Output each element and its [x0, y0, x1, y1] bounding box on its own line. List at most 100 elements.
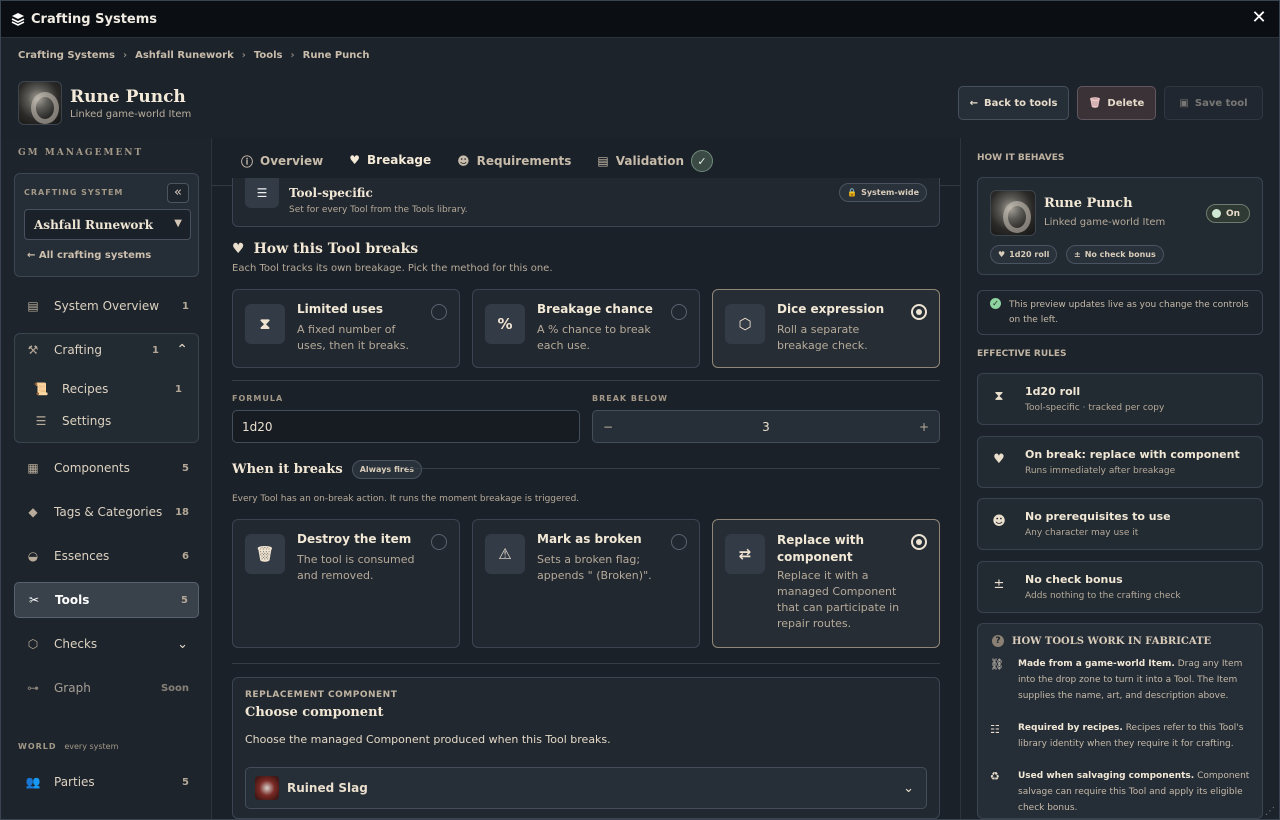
- breadcrumb: Crafting Systems › Ashfall Runework › Tool…: [18, 50, 369, 61]
- sidebar-item-graph: ⊶ Graph Soon: [14, 670, 199, 706]
- heart-icon: ♥: [993, 452, 1005, 467]
- component-thumb: [255, 776, 279, 800]
- howto-heading: ? HOW TOOLS WORK IN FABRICATE: [992, 635, 1211, 647]
- delete-button[interactable]: 🗑 Delete: [1077, 86, 1156, 120]
- preview-note: ✓ This preview updates live as you chang…: [977, 290, 1263, 335]
- sidebar-item-label: Components: [54, 461, 130, 475]
- sidebar-item-essences[interactable]: ◒ Essences 6: [14, 538, 199, 574]
- radio[interactable]: [431, 304, 447, 320]
- plus-button[interactable]: +: [919, 420, 929, 434]
- close-icon[interactable]: ✕: [1251, 9, 1267, 27]
- tool-avatar: [18, 81, 62, 125]
- chevron-down-icon: ⌄: [177, 636, 188, 652]
- sidebar-item-recipes[interactable]: 📜 Recipes 1: [22, 371, 192, 407]
- sidebar-item-count: Soon: [160, 682, 189, 694]
- boxes-icon: ▦: [27, 461, 39, 475]
- howto-bold: Made from a game-world Item.: [1018, 659, 1175, 669]
- sliders-icon: ☰: [245, 178, 279, 208]
- user-lock-icon: ☻: [457, 154, 470, 168]
- rule-desc: Adds nothing to the crafting check: [1025, 591, 1181, 601]
- minus-button[interactable]: −: [603, 420, 613, 434]
- mortar-icon: ◒: [27, 549, 39, 563]
- howto-bold: Used when salvaging components.: [1018, 771, 1195, 781]
- howto-card: ? HOW TOOLS WORK IN FABRICATE ⛓ Made fro…: [977, 623, 1263, 819]
- breadcrumb-item[interactable]: Tools: [254, 50, 283, 61]
- radio[interactable]: [671, 304, 687, 320]
- preview-name: Rune Punch: [1044, 196, 1133, 211]
- sidebar-item-tools[interactable]: ✂ Tools 5: [14, 582, 199, 618]
- question-icon: ?: [992, 635, 1004, 647]
- sidebar-item-label: Tools: [55, 593, 90, 607]
- sidebar-section-label: GM MANAGEMENT: [18, 148, 144, 158]
- option-mark-broken[interactable]: ⚠ Mark as broken Sets a broken flag; app…: [472, 519, 700, 648]
- lock-icon: 🔒: [847, 188, 858, 197]
- world-section-label: WORLD every system: [18, 742, 118, 751]
- rule-prereqs: ☻ No prerequisites to use Any character …: [977, 498, 1263, 550]
- sidebar-item-count: 1: [182, 300, 189, 312]
- users-icon: 👥: [25, 775, 41, 789]
- check-circle-icon: ✓: [990, 298, 1001, 309]
- option-dice-expression[interactable]: ⬡ Dice expression Roll a separate breaka…: [712, 289, 940, 368]
- radio[interactable]: [671, 534, 687, 550]
- option-title: Breakage chance: [537, 302, 653, 316]
- formula-value: 1d20: [242, 419, 273, 434]
- radio[interactable]: [911, 304, 927, 320]
- sidebar-item-system-overview[interactable]: ▤ System Overview 1: [14, 288, 199, 324]
- option-breakage-chance[interactable]: % Breakage chance A % chance to break ea…: [472, 289, 700, 368]
- collapse-sidebar-button[interactable]: «: [167, 183, 189, 203]
- formula-label: FORMULA: [232, 394, 284, 403]
- toggle-label: On: [1226, 208, 1241, 219]
- sidebar-item-checks[interactable]: ⬡ Checks ⌄: [14, 626, 199, 662]
- breadcrumb-item[interactable]: Ashfall Runework: [135, 50, 234, 61]
- toggle-knob: [1212, 209, 1221, 218]
- radio[interactable]: [431, 534, 447, 550]
- rule-on-break: ♥ On break: replace with component Runs …: [977, 436, 1263, 488]
- plus-minus-icon: ±: [1074, 250, 1081, 259]
- component-value: Ruined Slag: [287, 781, 368, 795]
- clipboard-check-icon: ▤: [597, 154, 609, 168]
- howto-title: HOW TOOLS WORK IN FABRICATE: [1012, 635, 1212, 647]
- option-replace-component[interactable]: ⇄ Replace with component Replace it with…: [712, 519, 940, 648]
- chip-bonus: ± No check bonus: [1066, 245, 1164, 264]
- option-destroy-item[interactable]: 🗑 Destroy the item The tool is consumed …: [232, 519, 460, 648]
- option-desc: A fixed number of uses, then it breaks.: [297, 323, 409, 352]
- option-desc: Replace it with a managed Component that…: [777, 569, 900, 630]
- divider: [232, 663, 940, 664]
- break-below-label: BREAK BELOW: [592, 394, 668, 403]
- breadcrumb-item[interactable]: Crafting Systems: [18, 50, 115, 61]
- save-tool-button[interactable]: ▣ Save tool: [1164, 86, 1263, 120]
- sidebar-item-tags[interactable]: ◆ Tags & Categories 18: [14, 494, 199, 530]
- back-label: Back to tools: [983, 97, 1058, 109]
- all-systems-label: All crafting systems: [38, 250, 152, 261]
- sidebar-item-count: 6: [182, 550, 189, 562]
- rule-title: 1d20 roll: [1025, 385, 1081, 398]
- tags-icon: ◆: [28, 505, 38, 519]
- radio[interactable]: [911, 534, 927, 550]
- resize-handle[interactable]: ⋰: [1265, 806, 1275, 817]
- sidebar-item-settings[interactable]: ☰ Settings: [22, 403, 192, 439]
- formula-input[interactable]: 1d20: [232, 410, 580, 443]
- title-bar: Crafting Systems ✕: [1, 1, 1279, 38]
- toggle-on[interactable]: On: [1206, 204, 1250, 223]
- option-desc: Sets a broken flag; appends " (Broken)".: [537, 553, 652, 582]
- save-icon: ▣: [1179, 97, 1189, 109]
- user-check-icon: ☻: [992, 514, 1006, 529]
- breadcrumb-current: Rune Punch: [302, 50, 370, 61]
- back-to-tools-button[interactable]: ← Back to tools: [958, 86, 1069, 120]
- chip-label: No check bonus: [1084, 250, 1156, 259]
- dice-icon: ⬡: [27, 637, 39, 651]
- crafting-system-select[interactable]: Ashfall Runework ▼: [24, 209, 191, 240]
- all-crafting-systems-link[interactable]: ← All crafting systems: [27, 250, 151, 261]
- break-below-stepper[interactable]: − 3 +: [592, 410, 940, 443]
- swap-icon: ⇄: [725, 534, 765, 574]
- option-limited-uses[interactable]: ⧗ Limited uses A fixed number of uses, t…: [232, 289, 460, 368]
- component-select[interactable]: Ruined Slag ⌄: [245, 767, 927, 809]
- sidebar-item-label: Checks: [54, 637, 98, 651]
- option-title: Mark as broken: [537, 532, 642, 546]
- window-title: Crafting Systems: [31, 11, 158, 27]
- tools-icon: ✂: [28, 593, 40, 607]
- world-sub: every system: [64, 742, 119, 751]
- sidebar-item-parties[interactable]: 👥 Parties 5: [14, 764, 199, 800]
- sidebar-item-components[interactable]: ▦ Components 5: [14, 450, 199, 486]
- sidebar-item-crafting[interactable]: ⚒ Crafting 1 ⌃: [14, 332, 199, 368]
